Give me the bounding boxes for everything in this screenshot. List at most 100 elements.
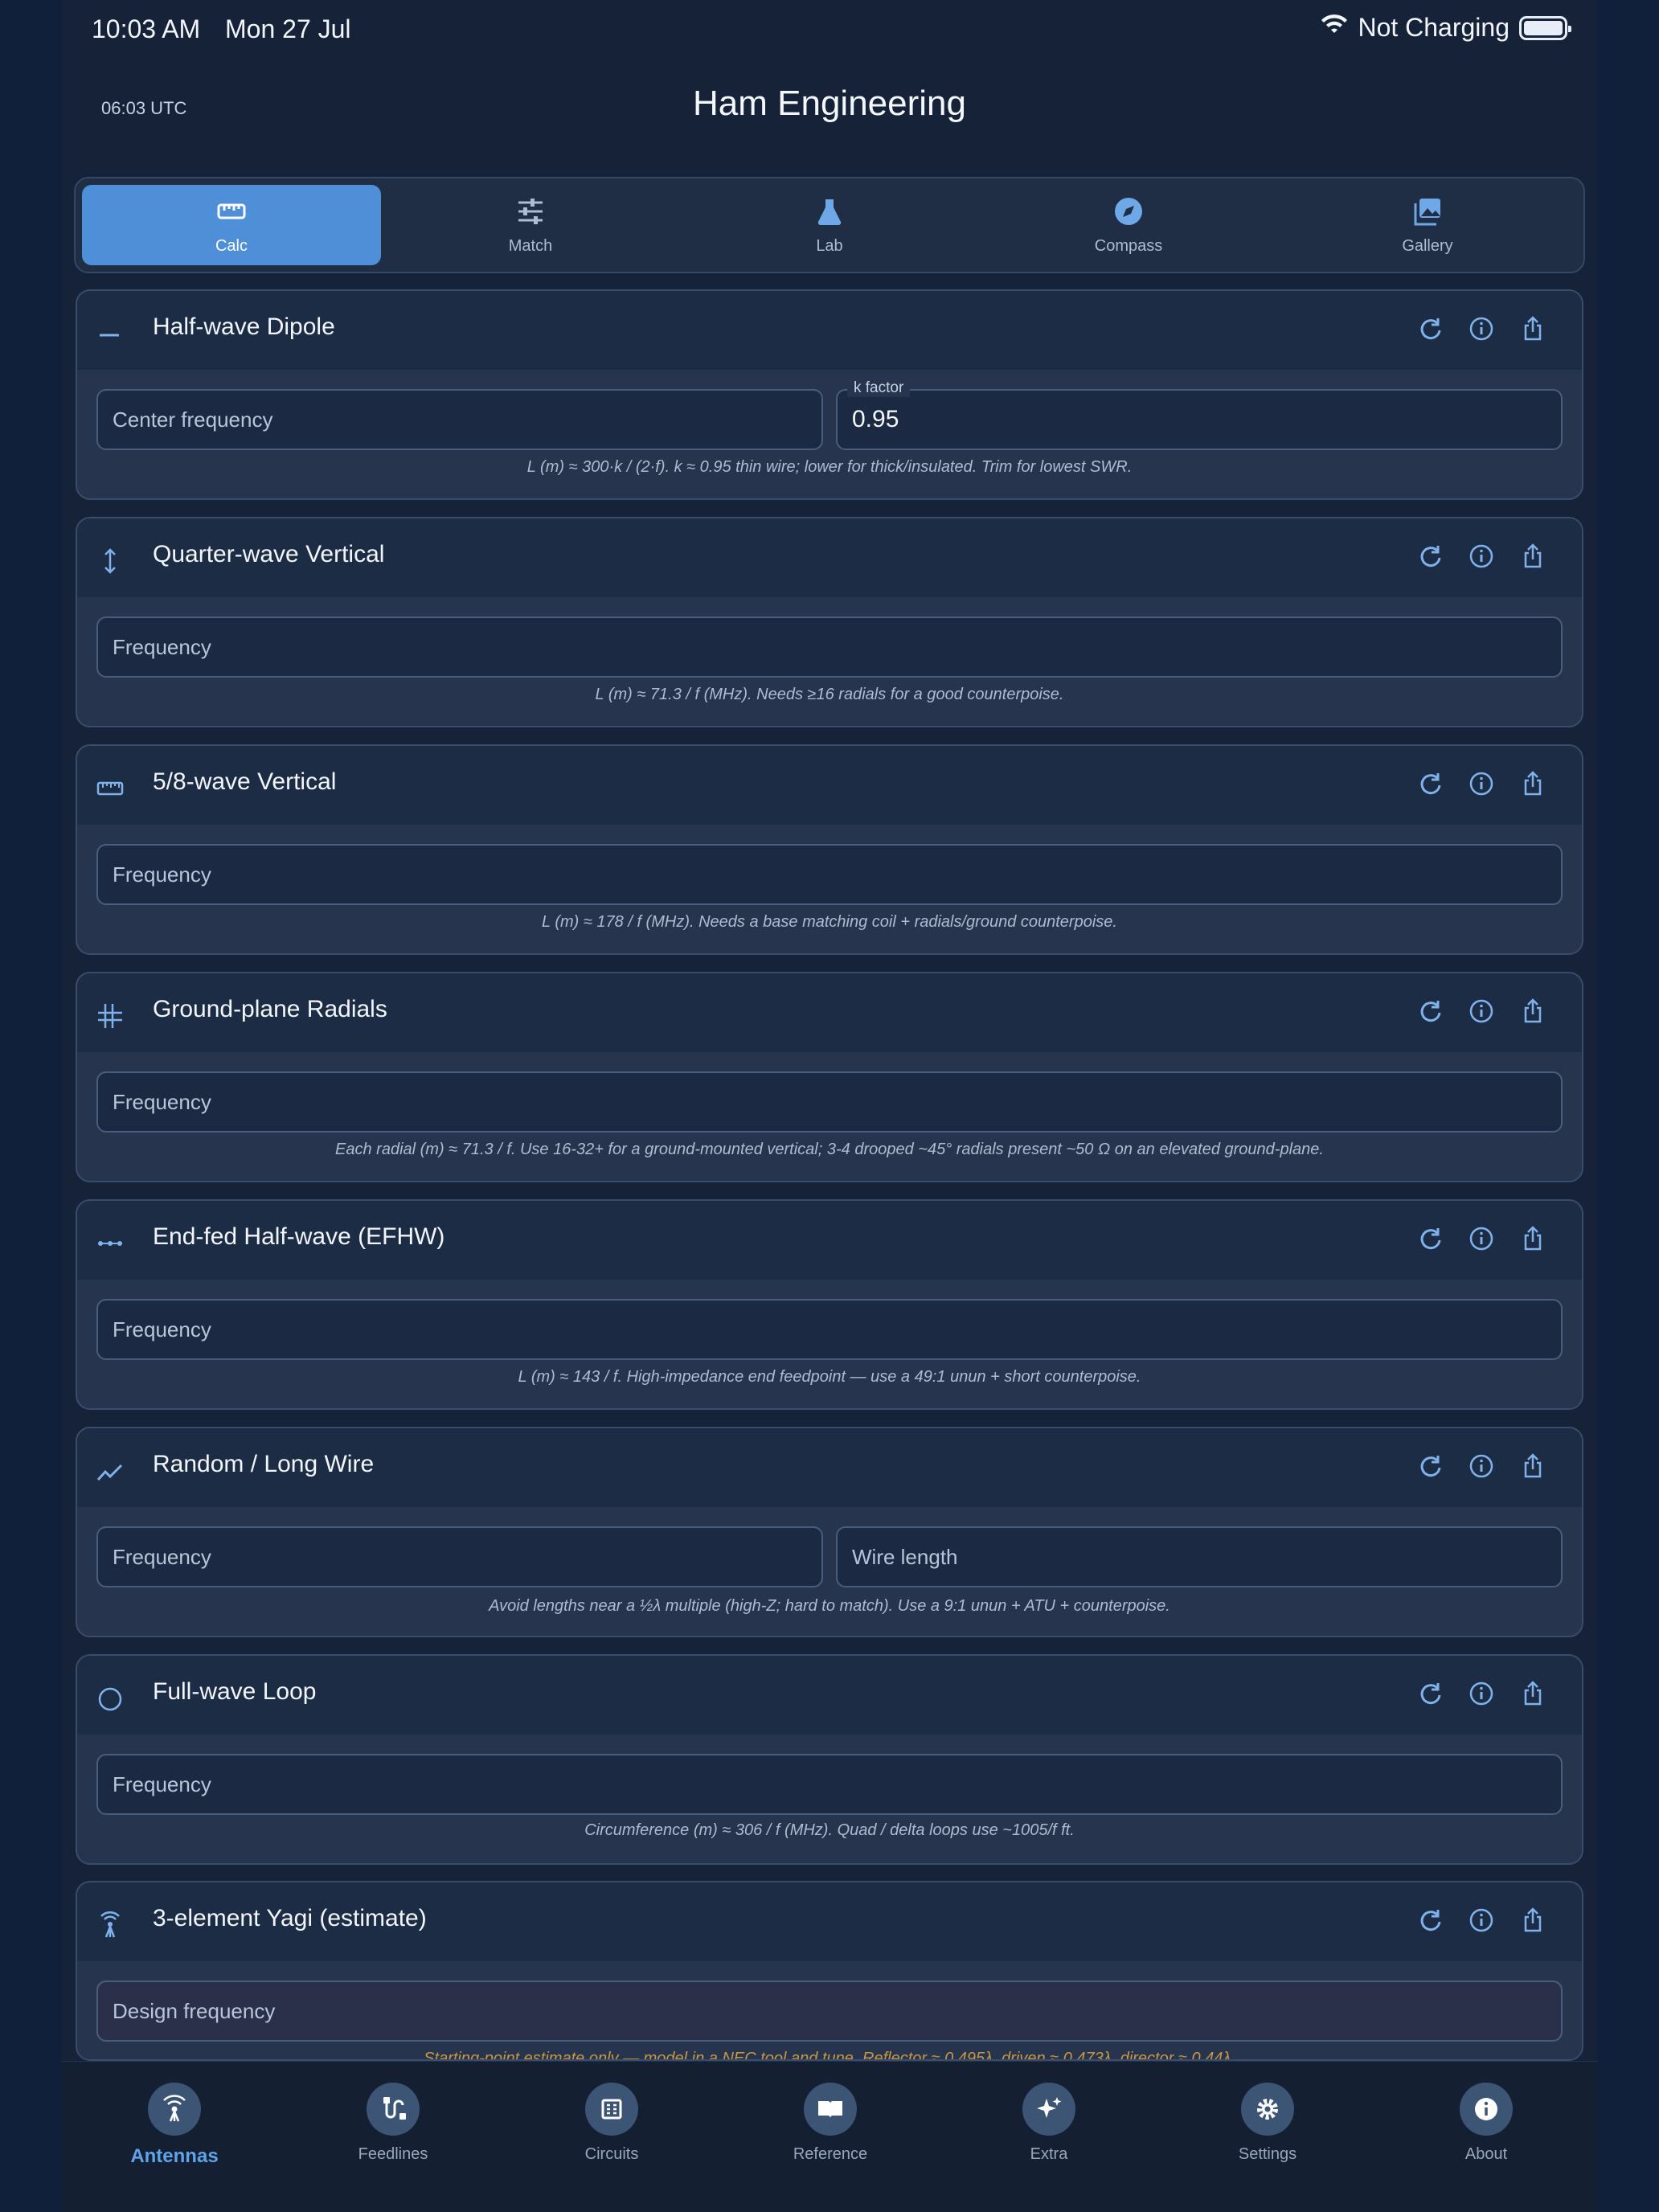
status-bar: 10:03 AM Mon 27 Jul Not Charging [61,0,1598,61]
tab-reference[interactable]: Reference [742,2083,919,2164]
reset-icon[interactable] [1416,770,1444,797]
tab-about[interactable]: About [1398,2083,1575,2164]
card-actions [1416,997,1546,1025]
frequency-input[interactable] [113,1089,1561,1115]
trend-icon [96,1457,124,1485]
share-icon[interactable] [1519,1452,1546,1480]
card-title: Quarter-wave Vertical [153,541,385,567]
share-icon[interactable] [1519,1907,1546,1934]
wire-length-field[interactable] [836,1526,1563,1587]
card-quarter-wave-vertical: Quarter-wave Vertical L (m) ≈ 71.3 / f (… [76,517,1583,727]
tab-feedlines[interactable]: Feedlines [305,2083,481,2164]
share-icon[interactable] [1519,1680,1546,1707]
frequency-field[interactable] [96,616,1563,678]
frequency-input[interactable] [113,1544,821,1570]
battery-level [1524,20,1563,35]
info-icon[interactable] [1468,315,1495,342]
frequency-input[interactable] [113,634,1561,660]
flask-icon [813,195,846,232]
frequency-input[interactable] [113,862,1561,887]
frequency-input[interactable] [113,1317,1561,1342]
card-title: Random / Long Wire [153,1451,375,1477]
circuit-icon [585,2083,638,2136]
share-icon[interactable] [1519,997,1546,1025]
wire-length-input[interactable] [852,1544,1561,1570]
card-header: Half-wave Dipole [77,291,1582,370]
antenna-icon [96,1911,124,1939]
k-factor-input[interactable] [852,406,1561,433]
info-icon[interactable] [1468,1452,1495,1480]
formula-hint: L (m) ≈ 300·k / (2·f). k ≈ 0.95 thin wir… [526,458,1133,476]
sparkles-icon [1022,2083,1075,2136]
reset-icon[interactable] [1416,1452,1444,1480]
reset-icon[interactable] [1416,1225,1444,1252]
tab-match[interactable]: Match [381,185,680,265]
reset-icon[interactable] [1416,997,1444,1025]
card-title: 3-element Yagi (estimate) [153,1905,427,1931]
tab-label: Reference [793,2145,868,2163]
share-icon[interactable] [1519,543,1546,570]
info-icon[interactable] [1468,770,1495,797]
page-title: Ham Engineering [693,84,966,123]
center-frequency-input[interactable] [113,407,821,432]
tab-label: Compass [1094,236,1163,255]
reset-icon[interactable] [1416,1680,1444,1707]
circle-icon [96,1685,124,1712]
tab-compass[interactable]: Compass [979,185,1278,265]
card-fields [96,1299,1563,1360]
info-icon[interactable] [1468,1680,1495,1707]
frequency-field[interactable] [96,1526,823,1587]
share-icon[interactable] [1519,770,1546,797]
bottom-tab-bar: Antennas Feedlines Circuits Reference Ex… [61,2061,1598,2212]
frequency-field[interactable] [96,1071,1563,1133]
card-end-fed-half-wave: End-fed Half-wave (EFHW) L (m) ≈ 143 / f… [76,1199,1583,1410]
share-icon[interactable] [1519,315,1546,342]
card-title: End-fed Half-wave (EFHW) [153,1223,445,1250]
reset-icon[interactable] [1416,543,1444,570]
card-header: Random / Long Wire [77,1428,1582,1507]
info-icon[interactable] [1468,1907,1495,1934]
reset-icon[interactable] [1416,1907,1444,1934]
card-header: End-fed Half-wave (EFHW) [77,1201,1582,1280]
tab-extra[interactable]: Extra [961,2083,1137,2164]
card-actions [1416,543,1546,570]
ruler-icon [215,195,248,232]
reset-icon[interactable] [1416,315,1444,342]
formula-hint: L (m) ≈ 178 / f (MHz). Needs a base matc… [542,913,1117,931]
card-actions [1416,315,1546,342]
card-actions [1416,1680,1546,1707]
card-actions [1416,1225,1546,1252]
info-icon[interactable] [1468,1225,1495,1252]
card-title: 5/8-wave Vertical [153,768,337,795]
tab-lab[interactable]: Lab [680,185,979,265]
tab-gallery[interactable]: Gallery [1278,185,1577,265]
design-frequency-input[interactable] [113,1998,1561,2024]
card-half-wave-dipole: Half-wave Dipole k factor L (m) ≈ 300·k … [76,289,1583,500]
design-frequency-field[interactable] [96,1981,1563,2042]
k-factor-field[interactable]: k factor [836,379,1563,450]
frequency-field[interactable] [96,1754,1563,1815]
tab-settings[interactable]: Settings [1179,2083,1356,2164]
vertical-arrows-icon [96,547,124,575]
info-icon[interactable] [1468,997,1495,1025]
antenna-icon [148,2083,201,2136]
card-fields [96,616,1563,678]
frequency-field[interactable] [96,1299,1563,1360]
card-header: Full-wave Loop [77,1656,1582,1735]
center-frequency-field[interactable] [96,389,823,450]
tab-circuits[interactable]: Circuits [523,2083,700,2164]
share-icon[interactable] [1519,1225,1546,1252]
charging-status: Not Charging [1358,13,1509,42]
gallery-icon [1411,195,1444,232]
tab-antennas[interactable]: Antennas [86,2083,263,2168]
card-three-element-yagi: 3-element Yagi (estimate) Starting-point… [76,1881,1583,2061]
info-icon[interactable] [1468,543,1495,570]
frequency-field[interactable] [96,844,1563,905]
card-fields [96,1754,1563,1815]
card-fields [96,844,1563,905]
card-random-long-wire: Random / Long Wire Avoid lengths near a … [76,1427,1583,1637]
tab-calc[interactable]: Calc [82,185,381,265]
card-header: Ground-plane Radials [77,973,1582,1052]
frequency-input[interactable] [113,1772,1561,1797]
card-fields: k factor [96,379,1563,450]
